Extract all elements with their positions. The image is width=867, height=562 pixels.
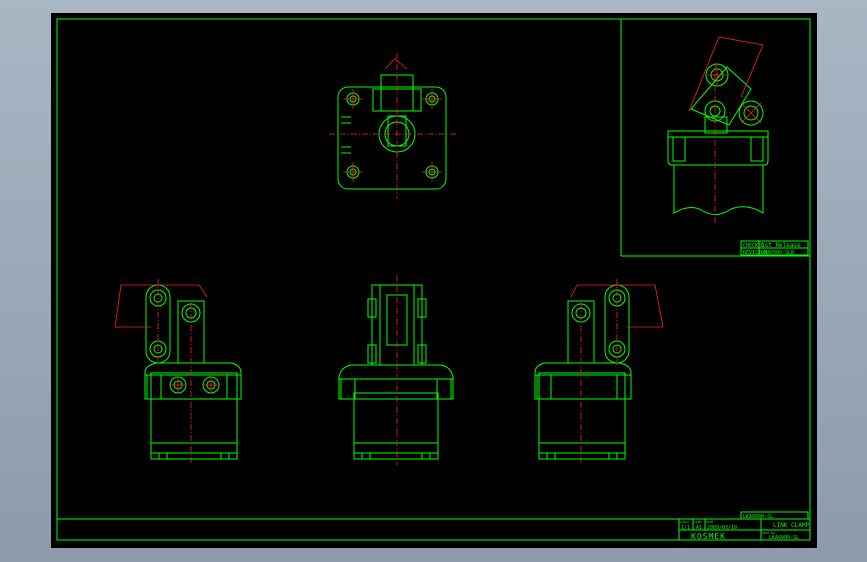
- front-view-center: [338, 275, 454, 465]
- inset-view: [667, 36, 769, 223]
- sheet-border: [56, 18, 811, 541]
- title-value: LINK CLAMP: [773, 522, 810, 529]
- front-view-right: [534, 279, 664, 465]
- scale-label: SCALE: [680, 520, 689, 524]
- kosmek-logo: KOSMEK: [691, 532, 726, 541]
- date-label: DATE: [706, 520, 713, 524]
- scale-value: 1/1: [681, 525, 690, 531]
- size-label: SIZE: [694, 520, 701, 524]
- part-no-value: LKA0900-SL: [769, 535, 799, 541]
- size-value: A1: [696, 525, 702, 531]
- top-view: [329, 53, 456, 199]
- date-value: 2009/03/10: [707, 525, 737, 531]
- cad-viewport[interactable]: CHECKED 1st Release REVISION LKA0900-SLR…: [51, 13, 817, 548]
- inset-row1-value: 1st Release: [761, 242, 801, 249]
- inset-row2-value: LKA0900-SLR: [761, 250, 795, 256]
- drawing-canvas: CHECKED 1st Release REVISION LKA0900-SLR…: [56, 18, 811, 541]
- title-block: LKA0900-SL SCALE 1/1 SIZE A1 DATE 2009/0…: [678, 511, 811, 541]
- title-block-drawing-no-top: LKA0900-SL: [743, 514, 773, 520]
- front-view-left: [114, 279, 242, 465]
